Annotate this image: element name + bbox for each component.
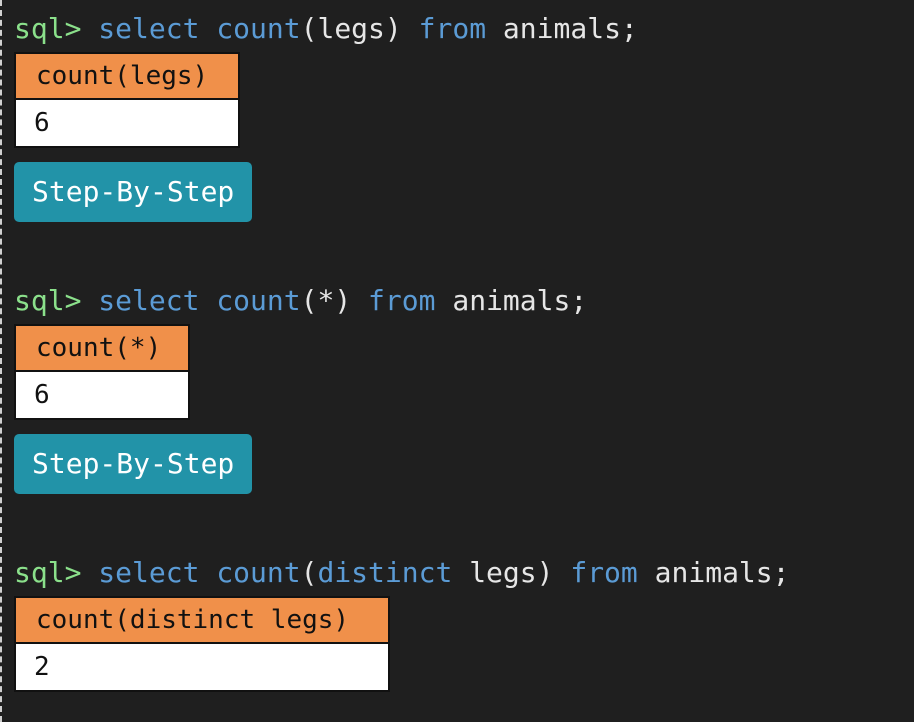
- open-paren: (: [300, 556, 318, 589]
- table-cell: 2: [14, 642, 390, 692]
- query-line: sql> select count(distinct legs) from an…: [14, 556, 790, 590]
- query-block-2: sql> select count(*) from animals; count…: [14, 284, 587, 494]
- step-by-step-button[interactable]: Step-By-Step: [14, 162, 253, 222]
- table-row: 2: [14, 642, 390, 692]
- table-row: 6: [14, 370, 190, 420]
- keyword-distinct: distinct: [317, 556, 453, 589]
- table-row: 6: [14, 98, 240, 148]
- table-cell: 6: [14, 370, 190, 420]
- result-table: count(legs) 6: [14, 52, 240, 148]
- keyword-select: select: [98, 12, 200, 45]
- function-count: count: [216, 12, 301, 45]
- close-paren: ): [384, 12, 402, 45]
- column-header: count(*): [14, 324, 190, 372]
- column-header: count(legs): [14, 52, 240, 100]
- query-block-3: sql> select count(distinct legs) from an…: [14, 556, 790, 692]
- query-block-1: sql> select count(legs) from animals; co…: [14, 12, 638, 222]
- keyword-select: select: [98, 284, 200, 317]
- close-paren: ): [536, 556, 554, 589]
- table-name: animals;: [452, 284, 588, 317]
- table-name: animals;: [654, 556, 790, 589]
- function-count: count: [216, 556, 301, 589]
- count-argument: *: [317, 284, 335, 317]
- result-table: count(distinct legs) 2: [14, 596, 390, 692]
- keyword-from: from: [418, 12, 487, 45]
- keyword-from: from: [570, 556, 638, 589]
- count-argument: legs: [469, 556, 537, 589]
- query-line: sql> select count(legs) from animals;: [14, 12, 638, 46]
- open-paren: (: [300, 284, 318, 317]
- query-line: sql> select count(*) from animals;: [14, 284, 587, 318]
- keyword-from: from: [368, 284, 436, 317]
- keyword-select: select: [98, 556, 200, 589]
- sql-prompt: sql>: [14, 284, 82, 317]
- table-header-row: count(legs): [14, 52, 240, 100]
- count-argument: legs: [317, 12, 385, 45]
- open-paren: (: [300, 12, 318, 45]
- table-name: animals;: [502, 12, 638, 45]
- sql-prompt: sql>: [14, 12, 82, 45]
- column-header: count(distinct legs): [14, 596, 390, 644]
- table-header-row: count(*): [14, 324, 190, 372]
- table-header-row: count(distinct legs): [14, 596, 390, 644]
- sql-prompt: sql>: [14, 556, 82, 589]
- result-table: count(*) 6: [14, 324, 190, 420]
- function-count: count: [216, 284, 301, 317]
- table-cell: 6: [14, 98, 240, 148]
- step-by-step-button[interactable]: Step-By-Step: [14, 434, 253, 494]
- left-dashed-border: [0, 0, 2, 722]
- close-paren: ): [334, 284, 352, 317]
